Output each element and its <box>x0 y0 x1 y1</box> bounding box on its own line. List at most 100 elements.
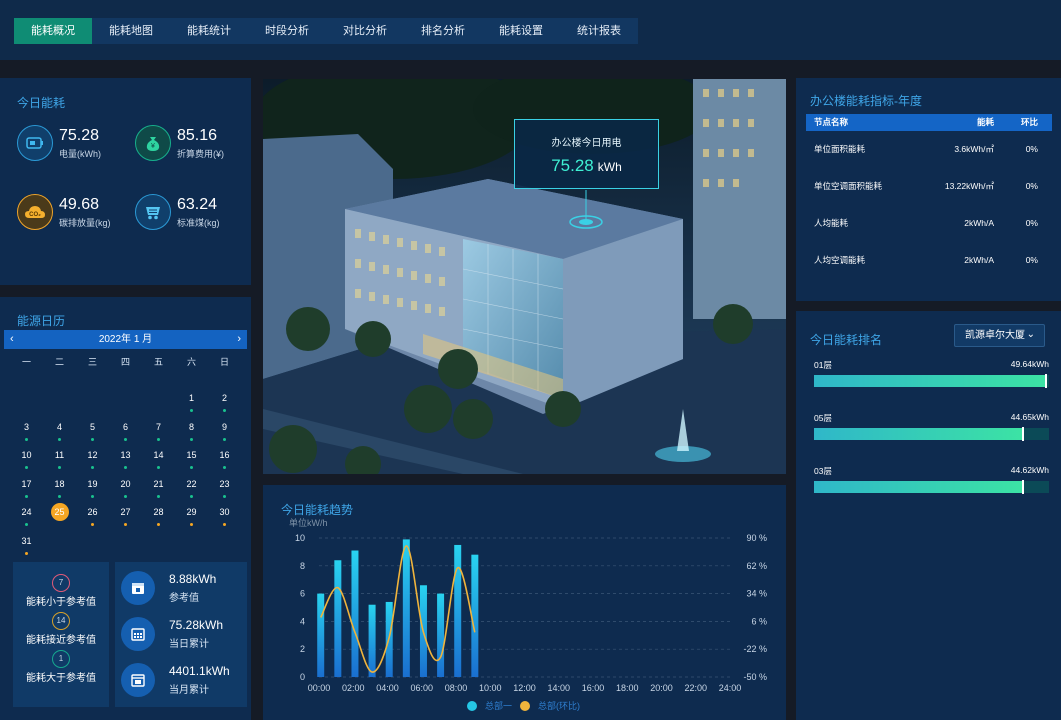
nav-item[interactable]: 统计报表 <box>560 18 638 44</box>
calendar-day[interactable]: 1 <box>175 389 208 418</box>
summary-item: 4401.1kWh 当月累计 <box>121 663 230 697</box>
table-header: 节点名称 能耗 环比 <box>806 114 1052 131</box>
kpi-coal: 63.24 标准煤(kg) <box>135 194 220 230</box>
kpi-value: 85.16 <box>177 126 218 144</box>
calendar-day[interactable]: 20 <box>109 475 142 504</box>
x-tick-label: 10:00 <box>479 683 502 693</box>
calendar-day-number: 14 <box>153 450 164 461</box>
calendar-day[interactable]: 8 <box>175 418 208 447</box>
calendar-header: ‹ 2022年 1 月 › <box>4 330 247 349</box>
nav-item[interactable]: 能耗地图 <box>92 18 170 44</box>
calendar-day[interactable]: 30 <box>208 503 241 532</box>
battery-icon <box>17 125 53 161</box>
calendar-status-dot <box>190 523 193 527</box>
calendar-day[interactable]: 7 <box>142 418 175 447</box>
calendar-day[interactable]: 11 <box>43 446 76 475</box>
calendar-status-dot <box>58 437 61 441</box>
calendar-day[interactable]: 27 <box>109 503 142 532</box>
calendar-day[interactable]: 23 <box>208 475 241 504</box>
calendar-day[interactable]: 9 <box>208 418 241 447</box>
nav-item[interactable]: 能耗设置 <box>482 18 560 44</box>
calendar-day-number: 27 <box>120 507 131 518</box>
calendar-day[interactable]: 19 <box>76 475 109 504</box>
cell-node: 人均空调能耗 <box>814 255 866 265</box>
summary-box: 8.88kWh 参考值 75.28kWh 当日累计 4401.1kWh 当月累计 <box>115 562 247 707</box>
reference-label: 能耗大于参考值 <box>26 673 96 684</box>
ranking-bar-fill <box>814 481 1024 493</box>
kpi-value: 63.24 <box>177 195 218 213</box>
building-select[interactable]: 凯源卓尔大厦 ⌄ <box>954 324 1045 347</box>
calendar-day[interactable]: 24 <box>10 503 43 532</box>
summary-label: 当月累计 <box>169 685 209 696</box>
x-tick-label: 14:00 <box>547 683 570 693</box>
calendar-day[interactable]: 14 <box>142 446 175 475</box>
ranking-bar-marker <box>1021 480 1024 494</box>
header-node: 节点名称 <box>814 117 849 127</box>
calendar-status-dot <box>58 494 61 498</box>
calendar-day[interactable]: 21 <box>142 475 175 504</box>
calendar-day-number: 26 <box>87 507 98 518</box>
summary-label: 参考值 <box>169 593 199 604</box>
calendar-grid-icon <box>121 617 155 651</box>
nav-item[interactable]: 排名分析 <box>404 18 482 44</box>
cell-ratio: 0% <box>1025 144 1038 154</box>
top-bar: 能耗概况 能耗地图 能耗统计 时段分析 对比分析 排名分析 能耗设置 统计报表 <box>0 0 1061 60</box>
calendar-empty-cell <box>109 389 142 418</box>
calendar-day[interactable]: 2 <box>208 389 241 418</box>
nav-item[interactable]: 对比分析 <box>326 18 404 44</box>
calendar-day[interactable]: 16 <box>208 446 241 475</box>
calendar-day[interactable]: 22 <box>175 475 208 504</box>
calendar-day[interactable]: 13 <box>109 446 142 475</box>
reference-item: 7 能耗小于参考值 <box>13 574 109 608</box>
kpi-value: 75.28 <box>59 126 100 144</box>
ranking-bar <box>814 427 1049 441</box>
x-tick-label: 08:00 <box>445 683 468 693</box>
cell-ratio: 0% <box>1025 218 1038 228</box>
coal-cart-icon <box>135 194 171 230</box>
calendar-day[interactable]: 6 <box>109 418 142 447</box>
calendar-day[interactable]: 29 <box>175 503 208 532</box>
header-ratio: 环比 <box>1020 117 1038 127</box>
ranking-item: 01层 49.64kWh <box>814 359 1049 388</box>
calendar-day[interactable]: 26 <box>76 503 109 532</box>
prev-month-button[interactable]: ‹ <box>10 330 14 349</box>
calendar-day[interactable]: 5 <box>76 418 109 447</box>
calendar-day[interactable]: 18 <box>43 475 76 504</box>
ratio-line <box>319 545 476 673</box>
weekday-label: 五 <box>153 357 163 367</box>
reference-count: 1 <box>52 650 70 668</box>
calendar-status-dot <box>91 437 94 441</box>
calendar-day[interactable]: 17 <box>10 475 43 504</box>
ranking-name: 05层 <box>814 413 832 423</box>
ranking-value: 44.65kWh <box>1010 412 1049 422</box>
calendar-day-number: 10 <box>21 450 32 461</box>
ranking-value: 49.64kWh <box>1010 359 1049 369</box>
kpi-label: 电量(kWh) <box>59 148 101 159</box>
calendar-day[interactable]: 4 <box>43 418 76 447</box>
next-month-button[interactable]: › <box>237 330 241 349</box>
x-tick-label: 16:00 <box>582 683 605 693</box>
calendar-day[interactable]: 15 <box>175 446 208 475</box>
nav-item[interactable]: 时段分析 <box>248 18 326 44</box>
calendar-status-dot <box>190 494 193 498</box>
cell-node: 单位空调面积能耗 <box>814 181 883 191</box>
calendar-month-label: 2022年 1 月 <box>98 334 153 345</box>
y-tick-label: 2 <box>300 644 305 654</box>
calendar-day[interactable]: 3 <box>10 418 43 447</box>
calendar-day[interactable]: 31 <box>10 532 43 561</box>
calendar-day[interactable]: 12 <box>76 446 109 475</box>
nav-item[interactable]: 能耗概况 <box>14 18 92 44</box>
table-row: 人均空调能耗 2kWh/A 0% <box>806 242 1052 279</box>
bar <box>471 554 479 677</box>
calendar-day[interactable]: 10 <box>10 446 43 475</box>
ranking-item: 03层 44.62kWh <box>814 465 1049 494</box>
calendar-empty-cell <box>142 389 175 418</box>
y-tick-label: 10 <box>295 533 305 543</box>
calendar-day[interactable]: 28 <box>142 503 175 532</box>
calendar-day-number: 18 <box>54 478 65 489</box>
nav-item[interactable]: 能耗统计 <box>170 18 248 44</box>
calendar-day-icon <box>121 571 155 605</box>
ranking-bar-fill <box>814 375 1048 387</box>
calendar-day-today[interactable]: 25 <box>43 503 76 532</box>
calendar-day-number: 17 <box>21 478 32 489</box>
